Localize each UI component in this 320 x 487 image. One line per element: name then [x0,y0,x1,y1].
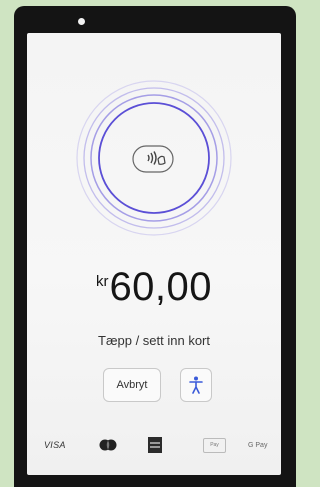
accessibility-icon [189,376,203,394]
payment-terminal: kr60,00 Tæpp / sett inn kort Avbryt VISA [14,6,296,487]
contactless-card-icon [147,151,166,165]
currency-label: kr [95,273,109,290]
apple-pay-logo: Pay [203,433,226,457]
mastercard-icon [99,439,117,451]
accessibility-button[interactable] [180,368,212,402]
cancel-button[interactable]: Avbryt [103,368,161,402]
payment-instruction: Tæpp / sett inn kort [98,333,210,348]
amex-icon [148,437,162,453]
contactless-rings [76,80,232,236]
payment-method-logos: VISA Pay G Pay [27,433,281,457]
visa-logo: VISA [44,440,66,450]
payment-amount: kr60,00 [27,265,281,310]
contactless-tap-area[interactable] [27,33,281,248]
amount-value: 60,00 [109,265,213,309]
amex-logo [148,433,162,457]
terminal-screen: kr60,00 Tæpp / sett inn kort Avbryt VISA [27,33,281,475]
apple-pay-label: Pay [203,437,226,453]
google-pay-logo: G Pay [248,441,268,449]
front-camera [78,18,85,25]
mastercard-logo [99,433,117,457]
